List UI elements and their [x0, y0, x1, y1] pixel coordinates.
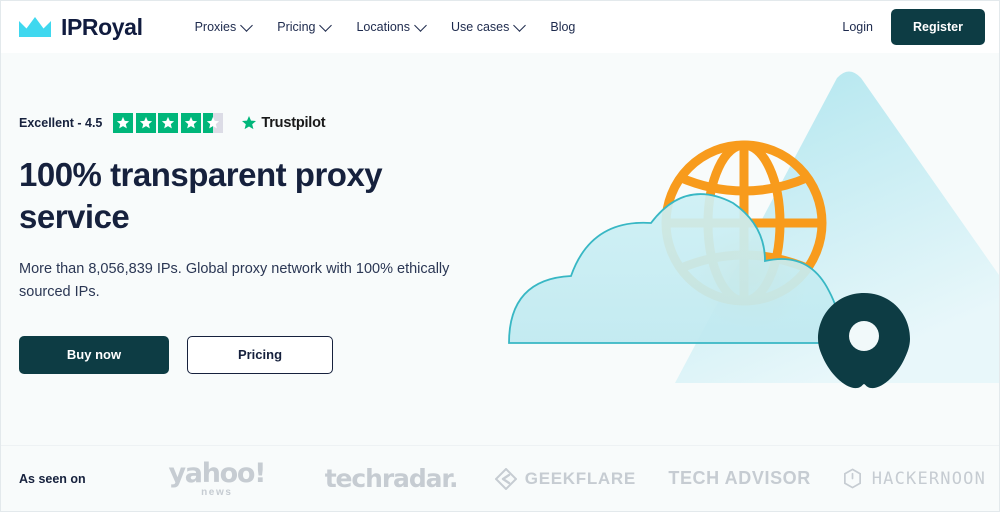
trustpilot-wordmark: Trustpilot: [261, 115, 326, 131]
star-icon: [158, 113, 179, 133]
pricing-button[interactable]: Pricing: [187, 335, 333, 374]
tech-advisor-wordmark: TECH ADVISOR: [668, 468, 811, 488]
trustpilot-rating[interactable]: Excellent - 4.5 Trustpilot: [19, 113, 489, 133]
nav-item-locations[interactable]: Locations: [356, 18, 427, 34]
brand-name: IPRoyal: [61, 13, 143, 40]
crown-icon: [18, 16, 52, 38]
star-icon: [180, 113, 201, 133]
page-title: 100% transparent proxy service: [19, 156, 383, 235]
trustpilot-logo[interactable]: Trustpilot: [241, 115, 326, 131]
geekflare-logo[interactable]: GEEKFLARE: [478, 467, 652, 490]
star-icon: [113, 113, 134, 133]
nav-item-pricing[interactable]: Pricing: [277, 18, 333, 34]
rating-text: Excellent - 4.5: [19, 116, 103, 130]
nav-links: Proxies Pricing Locations Use cases Blog: [194, 18, 575, 34]
techradar-wordmark: techradar.: [324, 464, 459, 493]
nav-item-label: Locations: [356, 20, 410, 34]
top-navbar: IPRoyal Proxies Pricing Locations Use ca…: [1, 1, 999, 53]
as-seen-on-bar: As seen on yahoo! news techradar. GEEKFL…: [1, 445, 999, 511]
chevron-down-icon: [414, 18, 427, 32]
hackernoon-wordmark: HACKERNOON: [871, 468, 987, 489]
nav-item-label: Use cases: [451, 20, 510, 34]
hero-subtitle: More than 8,056,839 IPs. Global proxy ne…: [19, 261, 450, 301]
nav-actions: Login Register: [842, 9, 985, 45]
trustpilot-star-icon: [242, 116, 257, 130]
nav-item-use-cases[interactable]: Use cases: [451, 18, 527, 34]
chevron-down-icon: [513, 18, 527, 32]
hackernoon-mark-icon: [843, 468, 861, 489]
hero-illustration: [479, 53, 999, 446]
yahoo-wordmark: yahoo!: [168, 457, 266, 489]
nav-item-label: Blog: [550, 20, 576, 34]
techradar-logo[interactable]: techradar.: [304, 464, 478, 493]
star-half-icon: [203, 113, 224, 133]
press-logo-strip: yahoo! news techradar. GEEKFLARE TECH AD…: [130, 460, 999, 498]
buy-now-button[interactable]: Buy now: [19, 335, 169, 374]
nav-item-label: Proxies: [194, 20, 237, 34]
geekflare-mark-icon: [494, 467, 517, 490]
chevron-down-icon: [240, 18, 254, 32]
star-icon: [135, 113, 156, 133]
nav-item-blog[interactable]: Blog: [550, 20, 575, 34]
hero-content: Excellent - 4.5 Trustpilot 100% transpar…: [19, 113, 489, 374]
geekflare-wordmark: GEEKFLARE: [524, 468, 636, 488]
yahoo-news-subtext: news: [201, 486, 233, 498]
nav-item-label: Pricing: [277, 20, 316, 34]
as-seen-on-label: As seen on: [19, 471, 86, 486]
landing-page: IPRoyal Proxies Pricing Locations Use ca…: [0, 0, 1000, 512]
nav-item-proxies[interactable]: Proxies: [194, 18, 254, 34]
brand-logo[interactable]: IPRoyal: [18, 13, 143, 40]
cta-row: Buy now Pricing: [19, 335, 489, 374]
login-link[interactable]: Login: [842, 20, 873, 34]
hackernoon-logo[interactable]: HACKERNOON: [827, 468, 999, 489]
star-rating: [113, 113, 224, 133]
chevron-down-icon: [319, 18, 333, 32]
yahoo-news-logo[interactable]: yahoo! news: [130, 460, 304, 498]
register-button[interactable]: Register: [890, 9, 985, 45]
tech-advisor-logo[interactable]: TECH ADVISOR: [652, 468, 826, 489]
